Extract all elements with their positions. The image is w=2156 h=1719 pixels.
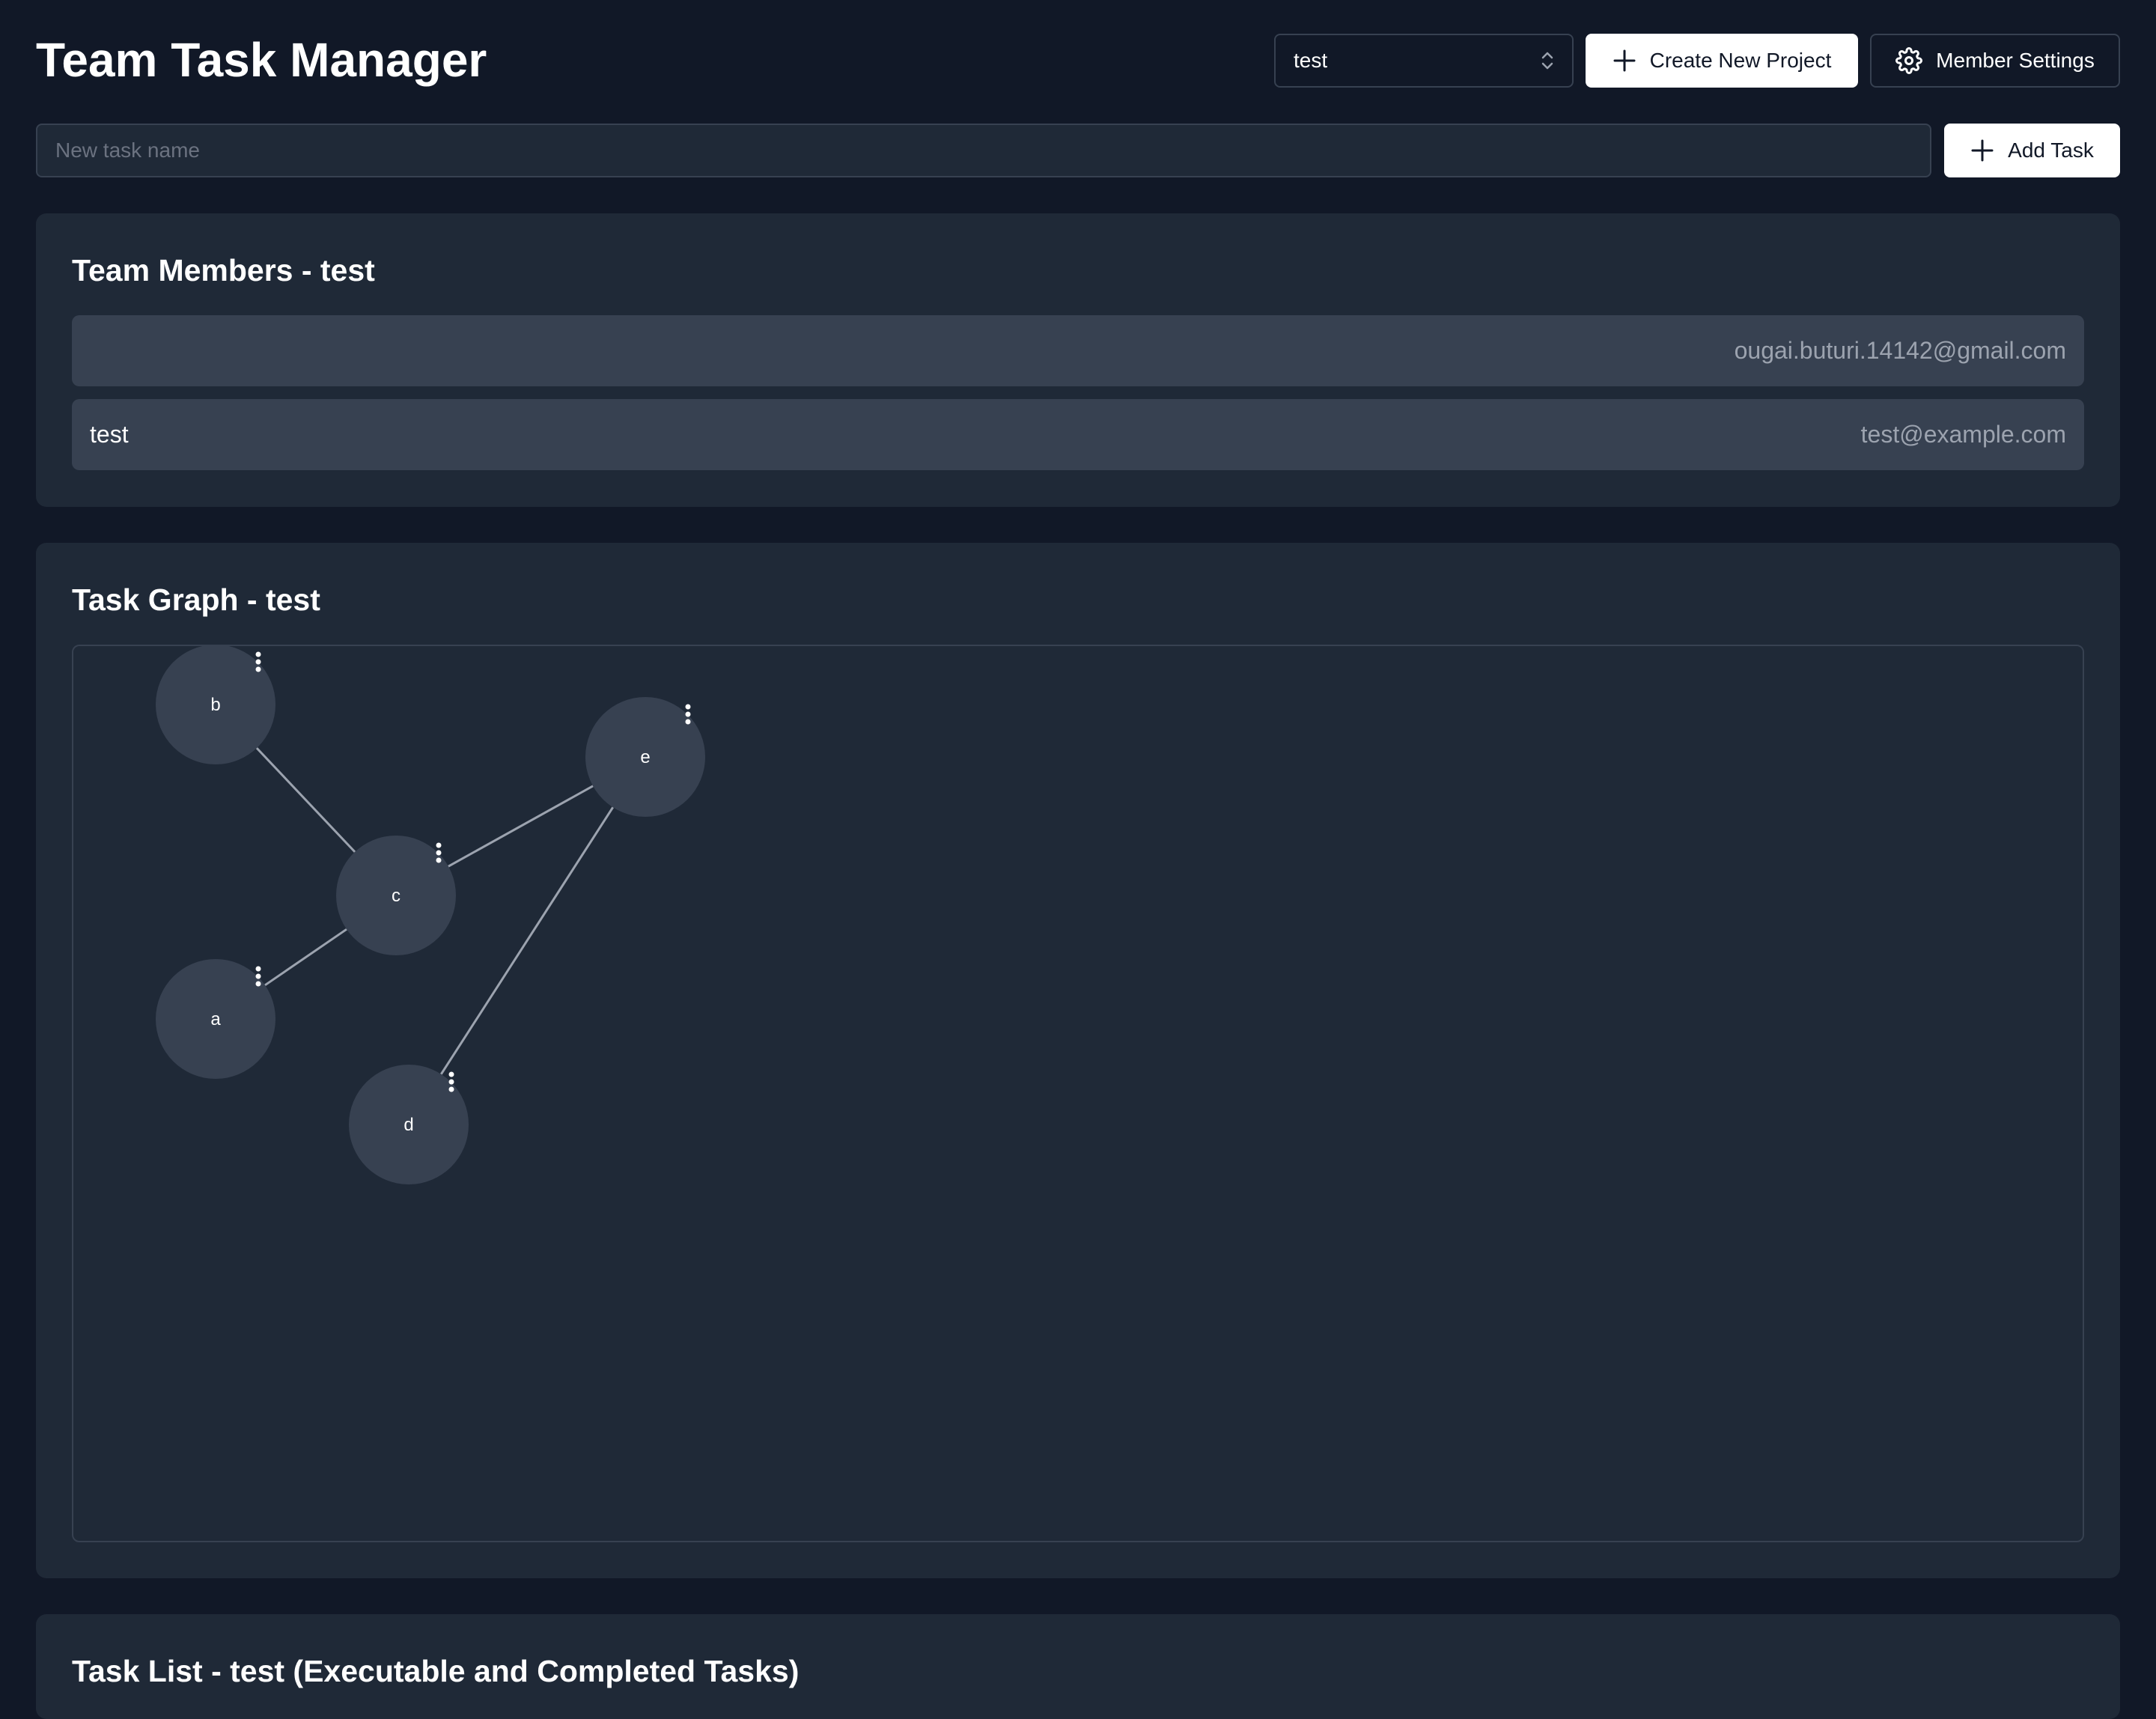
menu-dot	[436, 857, 442, 863]
create-project-label: Create New Project	[1649, 49, 1832, 72]
vertical-ellipsis-icon[interactable]	[448, 1071, 454, 1092]
menu-dot	[255, 966, 261, 972]
menu-dot	[255, 973, 261, 979]
graph-node-c[interactable]: c	[336, 836, 456, 955]
page-title: Team Task Manager	[36, 33, 487, 87]
vertical-ellipsis-icon[interactable]	[685, 704, 691, 725]
add-task-button[interactable]: Add Task	[1944, 124, 2120, 177]
vertical-ellipsis-icon[interactable]	[255, 966, 261, 987]
member-settings-label: Member Settings	[1936, 49, 2095, 72]
menu-dot	[436, 842, 442, 848]
graph-node-label: c	[392, 886, 401, 906]
graph-node-e[interactable]: e	[585, 697, 705, 817]
task-graph-svg[interactable]: b e c a d	[73, 646, 2083, 1541]
menu-dot	[255, 666, 261, 672]
menu-dot	[255, 981, 261, 987]
create-project-button[interactable]: Create New Project	[1586, 34, 1858, 88]
member-email: test@example.com	[1860, 421, 2066, 448]
graph-edge-a-c	[264, 928, 347, 987]
graph-edge-d-e	[440, 806, 614, 1075]
graph-node-b[interactable]: b	[156, 646, 275, 764]
vertical-ellipsis-icon[interactable]	[255, 651, 261, 672]
graph-node-a[interactable]: a	[156, 959, 275, 1079]
team-members-title: Team Members - test	[72, 253, 375, 287]
graph-node-label: e	[640, 747, 650, 767]
task-list-title: Task List - test (Executable and Complet…	[72, 1654, 800, 1688]
menu-dot	[448, 1086, 454, 1092]
new-task-input[interactable]	[36, 124, 1931, 177]
member-row: test test@example.com	[72, 399, 2084, 470]
plus-icon	[1970, 139, 1994, 162]
menu-dot	[685, 711, 691, 717]
menu-dot	[255, 659, 261, 665]
menu-dot	[448, 1079, 454, 1085]
team-members-panel: Team Members - test ougai.buturi.14142@g…	[36, 213, 2120, 507]
graph-edge-b-c	[255, 747, 356, 853]
plus-icon	[1613, 49, 1636, 73]
member-email: ougai.buturi.14142@gmail.com	[1734, 337, 2066, 364]
menu-dot	[436, 850, 442, 856]
menu-dot	[255, 651, 261, 657]
vertical-ellipsis-icon[interactable]	[436, 842, 442, 863]
graph-node-label: a	[210, 1009, 221, 1029]
member-row: ougai.buturi.14142@gmail.com	[72, 315, 2084, 386]
task-list-panel: Task List - test (Executable and Complet…	[36, 1614, 2120, 1719]
graph-edge-c-e	[448, 785, 594, 868]
project-select-value: test	[1294, 49, 1328, 72]
add-task-label: Add Task	[2008, 139, 2094, 162]
chevron-up-down-icon	[1539, 49, 1556, 72]
member-name: test	[90, 421, 129, 448]
menu-dot	[685, 719, 691, 725]
graph-node-d[interactable]: d	[349, 1065, 469, 1184]
gear-icon	[1895, 47, 1923, 74]
member-settings-button[interactable]: Member Settings	[1870, 34, 2120, 88]
menu-dot	[448, 1071, 454, 1077]
task-graph-title: Task Graph - test	[72, 582, 320, 617]
task-graph-canvas[interactable]: b e c a d	[72, 645, 2084, 1542]
graph-node-label: d	[404, 1115, 413, 1135]
project-select[interactable]: test	[1274, 34, 1574, 88]
graph-node-label: b	[210, 695, 220, 715]
task-graph-panel: Task Graph - test b e c a d	[36, 543, 2120, 1578]
menu-dot	[685, 704, 691, 710]
